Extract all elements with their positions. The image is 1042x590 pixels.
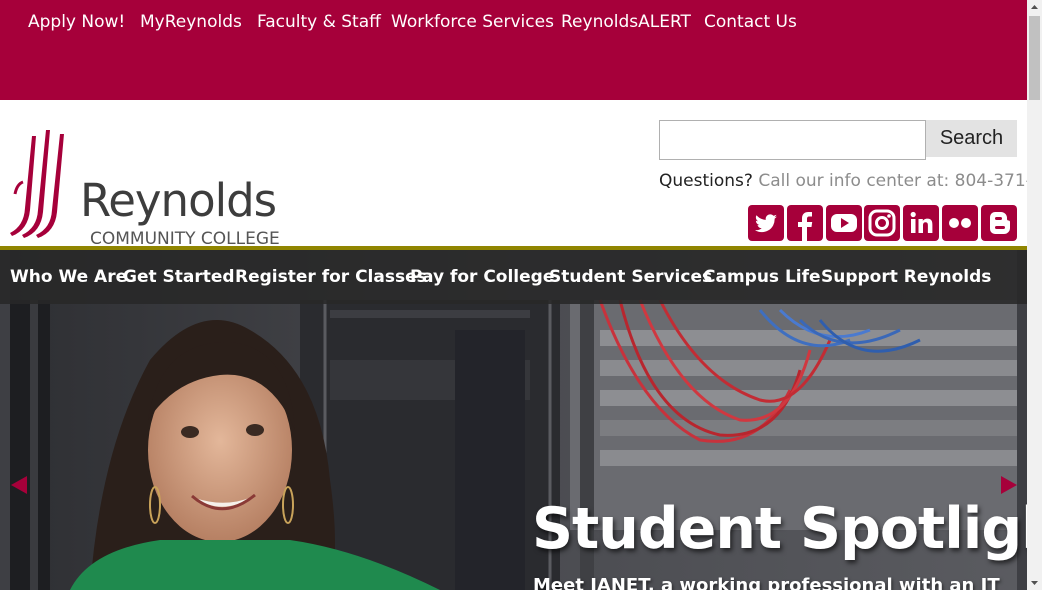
topnav-faculty-staff-link[interactable]: Faculty & Staff (257, 12, 381, 32)
utility-nav-bar: Apply Now! MyReynolds Faculty & Staff Wo… (0, 0, 1027, 100)
site-logo[interactable]: Reynolds COMMUNITY COLLEGE (10, 130, 280, 249)
mainnav-who-we-are[interactable]: Who We Are (10, 267, 127, 287)
search-button[interactable]: Search (926, 120, 1017, 157)
carousel-prev-icon[interactable] (10, 475, 28, 495)
youtube-icon[interactable] (826, 205, 862, 241)
main-nav: Who We Are Get Started Register for Clas… (0, 250, 1027, 304)
info-center-phone[interactable]: Call our info center at: 804-371-3000 (758, 171, 1042, 191)
topnav-apply-now-link[interactable]: Apply Now! (28, 12, 125, 32)
hero-carousel: Who We Are Get Started Register for Clas… (0, 250, 1027, 590)
mainnav-pay-for-college[interactable]: Pay for College (410, 267, 554, 287)
linkedin-icon[interactable] (903, 205, 939, 241)
page-scrollbar[interactable] (1027, 0, 1042, 590)
instagram-icon[interactable] (864, 205, 900, 241)
hero-title: Student Spotlight (532, 496, 1027, 562)
hero-subtitle[interactable]: Meet JANET, a working professional with … (533, 575, 1000, 590)
flickr-icon[interactable] (942, 205, 978, 241)
topnav-reynoldsalert-link[interactable]: ReynoldsALERT (561, 12, 691, 32)
logo-name-text: Reynolds (80, 174, 277, 227)
search-input[interactable] (659, 120, 926, 160)
contact-info: Questions? Call our info center at: 804-… (659, 171, 1042, 191)
mainnav-student-services[interactable]: Student Services (549, 267, 712, 287)
scroll-up-arrow-icon[interactable] (1027, 0, 1042, 15)
reynolds-logo-mark (10, 130, 64, 238)
topnav-contact-us-link[interactable]: Contact Us (704, 12, 797, 32)
mainnav-register-for-classes[interactable]: Register for Classes (235, 267, 427, 287)
questions-label: Questions? (659, 171, 753, 191)
site-header: Reynolds COMMUNITY COLLEGE Search Questi… (0, 100, 1042, 249)
mainnav-campus-life[interactable]: Campus Life (703, 267, 821, 287)
scrollbar-thumb[interactable] (1029, 16, 1040, 100)
scroll-down-arrow-icon[interactable] (1027, 575, 1042, 590)
topnav-workforce-services-link[interactable]: Workforce Services (391, 12, 554, 32)
twitter-icon[interactable] (748, 205, 784, 241)
topnav-myreynolds-link[interactable]: MyReynolds (140, 12, 242, 32)
carousel-next-icon[interactable] (1000, 475, 1018, 495)
mainnav-support-reynolds[interactable]: Support Reynolds (821, 267, 991, 287)
facebook-icon[interactable] (787, 205, 823, 241)
blogger-icon[interactable] (981, 205, 1017, 241)
mainnav-get-started[interactable]: Get Started (123, 267, 235, 287)
